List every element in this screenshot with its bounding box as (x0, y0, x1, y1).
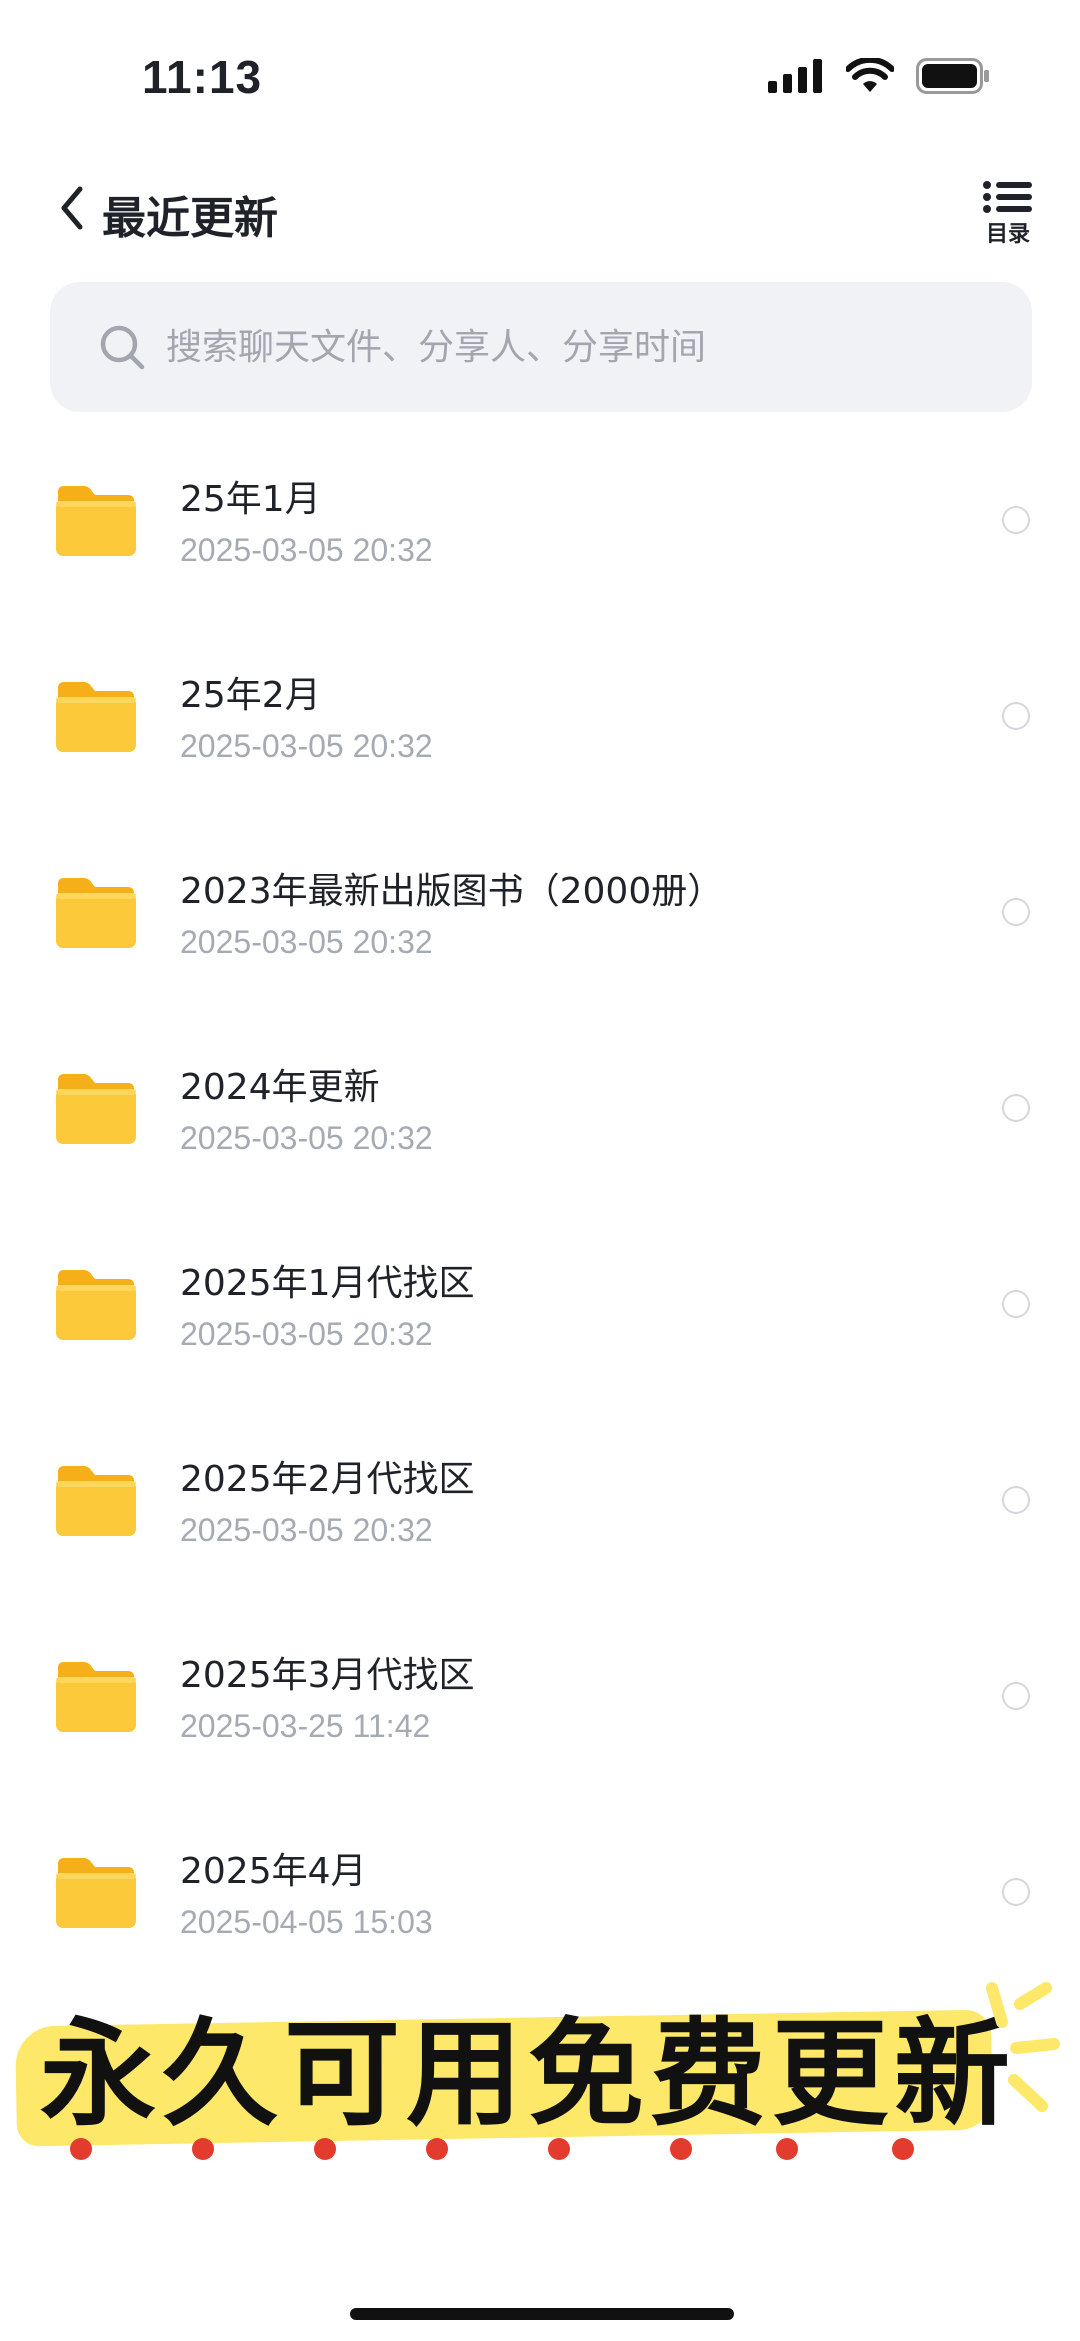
catalog-label: 目录 (985, 222, 1030, 247)
status-time: 11:13 (142, 51, 263, 103)
folder-name: 2024年更新 (180, 1067, 380, 1108)
back-button[interactable] (58, 180, 98, 236)
nav-header: 最近更新 目录 (0, 170, 1080, 250)
select-radio[interactable] (1002, 1094, 1030, 1122)
folder-icon (56, 1270, 136, 1340)
folder-date: 2025-03-05 20:32 (180, 1316, 433, 1352)
banner-dots (70, 2138, 930, 2162)
select-radio[interactable] (1002, 702, 1030, 730)
select-radio[interactable] (1002, 1486, 1030, 1514)
chevron-left-icon (61, 186, 83, 230)
decor-dot (670, 2138, 692, 2160)
search-input[interactable] (164, 325, 988, 369)
battery-icon (916, 58, 989, 94)
folder-date: 2025-03-05 20:32 (180, 532, 433, 568)
wifi-icon (846, 58, 894, 92)
decor-dot (314, 2138, 336, 2160)
folder-icon (56, 1662, 136, 1732)
folder-date: 2025-03-05 20:32 (180, 1512, 433, 1548)
folder-row[interactable]: 25年2月 2025-03-05 20:32 (0, 636, 1080, 832)
catalog-button[interactable]: 目录 (978, 180, 1038, 250)
search-bar[interactable] (50, 282, 1032, 412)
select-radio[interactable] (1002, 506, 1030, 534)
select-radio[interactable] (1002, 1878, 1030, 1906)
folder-name: 2025年4月 (180, 1851, 367, 1892)
folder-date: 2025-03-05 20:32 (180, 728, 433, 764)
folder-row[interactable]: 2023年最新出版图书（2000册） 2025-03-05 20:32 (0, 832, 1080, 1028)
folder-name: 25年1月 (180, 479, 321, 520)
folder-row[interactable]: 25年1月 2025-03-05 20:32 (0, 440, 1080, 636)
folder-icon (56, 878, 136, 948)
folder-icon (56, 1466, 136, 1536)
folder-row[interactable]: 2024年更新 2025-03-05 20:32 (0, 1028, 1080, 1224)
sparkle-icon (986, 1982, 1060, 2112)
folder-name: 2025年2月代找区 (180, 1459, 475, 1500)
decor-dot (892, 2138, 914, 2160)
status-bar: 11:13 (0, 0, 1080, 150)
file-list: 25年1月 2025-03-05 20:32 25年2月 2025-03-05 20:… (0, 440, 1080, 2008)
select-radio[interactable] (1002, 1682, 1030, 1710)
search-icon (100, 325, 145, 370)
folder-name: 2023年最新出版图书（2000册） (180, 871, 724, 912)
folder-name: 25年2月 (180, 675, 321, 716)
home-indicator (350, 2308, 734, 2320)
folder-row[interactable]: 2025年3月代找区 2025-03-25 11:42 (0, 1616, 1080, 1812)
status-icons (768, 58, 990, 94)
folder-date: 2025-04-05 15:03 (180, 1904, 433, 1940)
folder-icon (56, 682, 136, 752)
folder-date: 2025-03-05 20:32 (180, 924, 433, 960)
folder-name: 2025年1月代找区 (180, 1263, 475, 1304)
decor-dot (776, 2138, 798, 2160)
select-radio[interactable] (1002, 1290, 1030, 1318)
folder-date: 2025-03-05 20:32 (180, 1120, 433, 1156)
decor-dot (192, 2138, 214, 2160)
banner-text: 永久可用免费更新 (40, 2007, 1016, 2142)
folder-row[interactable]: 2025年2月代找区 2025-03-05 20:32 (0, 1420, 1080, 1616)
folder-date: 2025-03-25 11:42 (180, 1708, 431, 1744)
promo-banner: 永久可用免费更新 (0, 1960, 1080, 2180)
folder-name: 2025年3月代找区 (180, 1655, 475, 1696)
decor-dot (548, 2138, 570, 2160)
folder-icon (56, 1858, 136, 1928)
decor-dot (70, 2138, 92, 2160)
folder-row[interactable]: 2025年1月代找区 2025-03-05 20:32 (0, 1224, 1080, 1420)
decor-dot (426, 2138, 448, 2160)
list-menu-icon (983, 181, 1032, 213)
signal-icon (768, 59, 822, 93)
page-title: 最近更新 (102, 193, 278, 244)
select-radio[interactable] (1002, 898, 1030, 926)
folder-icon (56, 1074, 136, 1144)
folder-icon (56, 486, 136, 556)
